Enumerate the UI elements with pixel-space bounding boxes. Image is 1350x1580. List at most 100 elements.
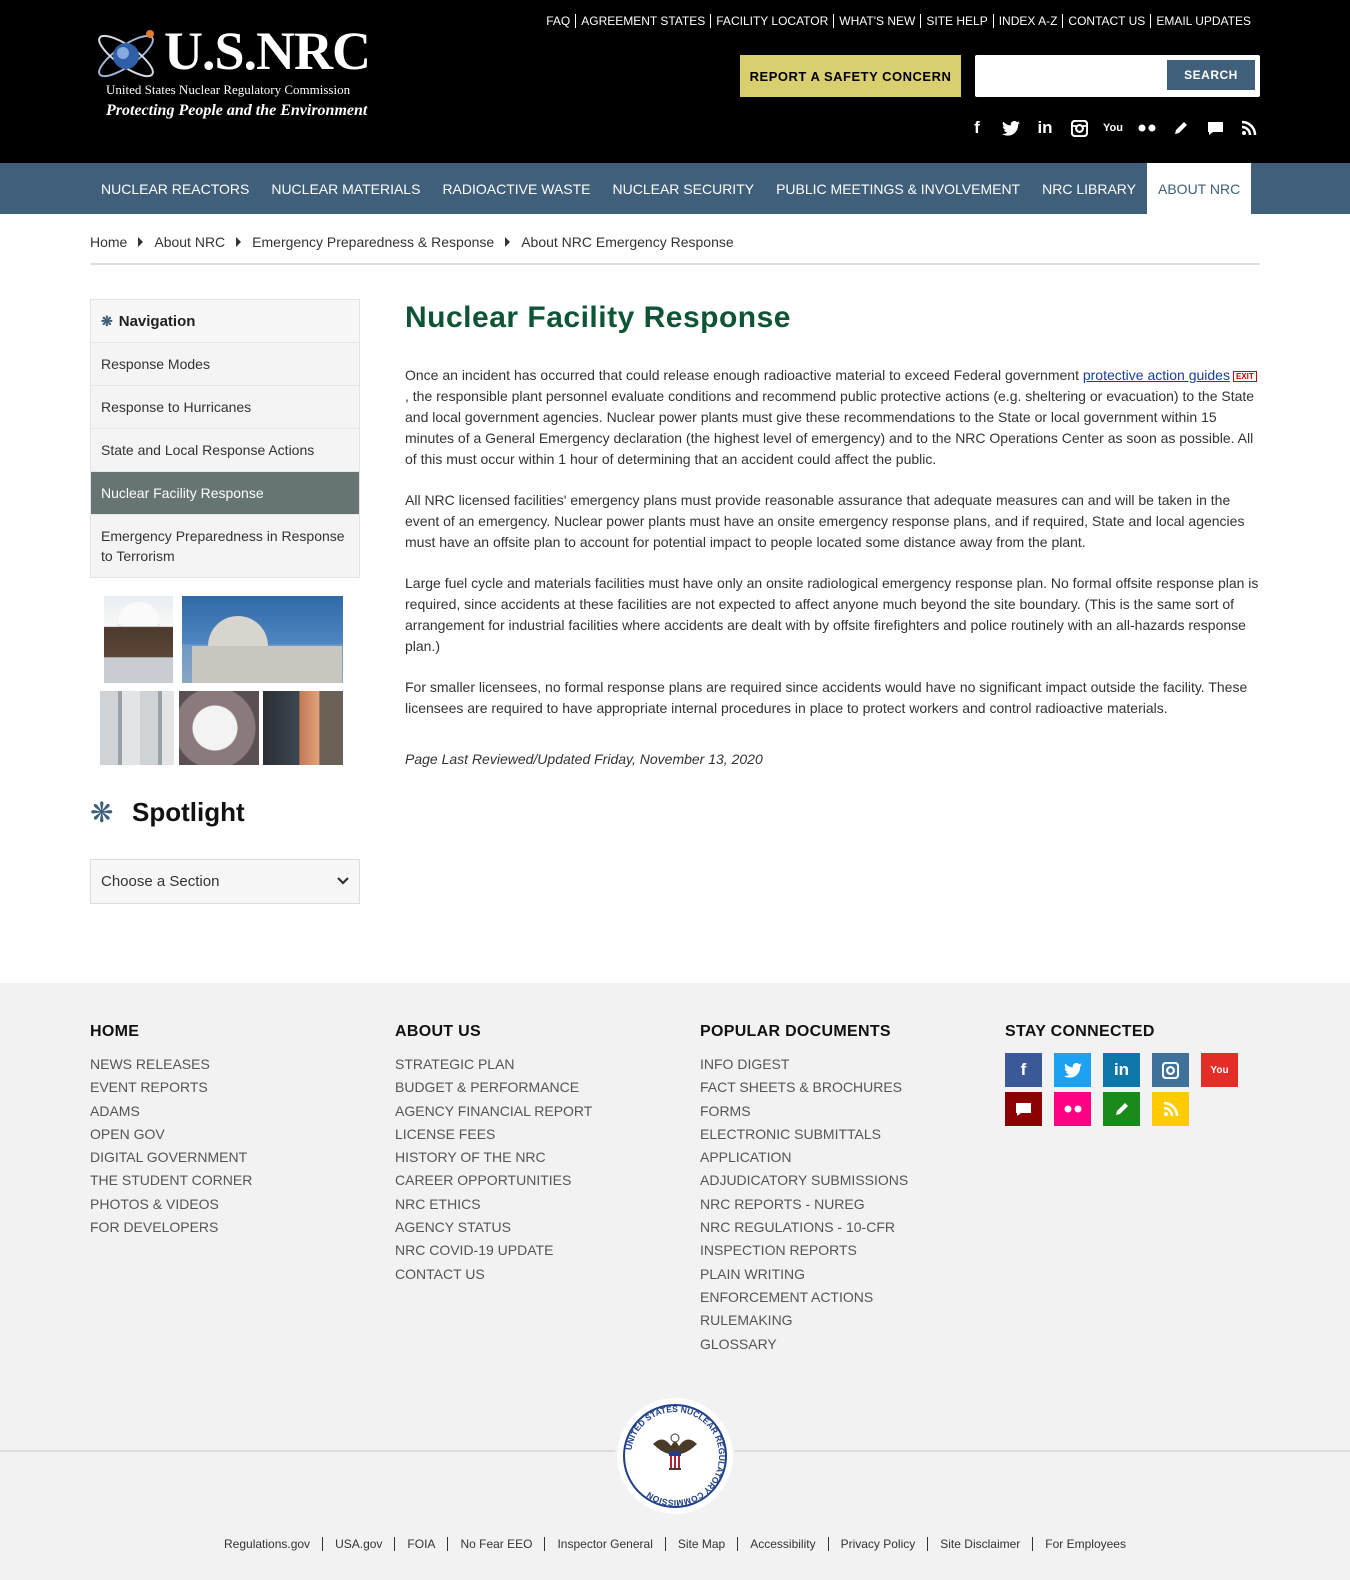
nav-about-nrc[interactable]: ABOUT NRC [1147,163,1252,214]
footer-link[interactable]: EVENT REPORTS [90,1076,252,1099]
flickr-icon[interactable] [1130,115,1164,141]
footer-heading-about[interactable]: ABOUT US [395,1023,592,1041]
breadcrumb-home[interactable]: Home [90,234,127,250]
footer-link[interactable]: ADJUDICATORY SUBMISSIONS [700,1169,930,1192]
logo-wordmark: U.S.NRC [164,21,371,81]
footer-link[interactable]: AGENCY FINANCIAL REPORT [395,1100,592,1123]
sidebar-item-response-to-hurricanes[interactable]: Response to Hurricanes [91,385,359,428]
sidebar-item-state-local-response[interactable]: State and Local Response Actions [91,428,359,471]
footer-link[interactable]: PHOTOS & VIDEOS [90,1193,252,1216]
utility-link-contact-us[interactable]: CONTACT US [1062,14,1150,28]
nav-public-meetings[interactable]: PUBLIC MEETINGS & INVOLVEMENT [765,163,1031,214]
photo-medical-scan [179,691,259,765]
nav-nuclear-materials[interactable]: NUCLEAR MATERIALS [260,163,431,214]
footer-heading-home[interactable]: HOME [90,1023,252,1041]
seal-text: UNITED STATES NUCLEAR REGULATORY COMMISS… [623,1404,727,1508]
rss-icon[interactable] [1152,1092,1189,1126]
footer-link[interactable]: PLAIN WRITING [700,1263,930,1286]
footer-link[interactable]: CAREER OPPORTUNITIES [395,1169,592,1192]
breadcrumb-arrow-icon [505,237,511,247]
utility-link-agreement-states[interactable]: AGREEMENT STATES [575,14,710,28]
utility-link-index[interactable]: INDEX A-Z [992,14,1063,28]
comment-icon[interactable] [1198,115,1232,141]
footer-link[interactable]: ENFORCEMENT ACTIONS [700,1286,930,1309]
linkedin-icon[interactable]: in [1103,1053,1140,1087]
footer-link[interactable]: NRC REGULATIONS - 10-CFR [700,1216,930,1239]
footer-link[interactable]: NRC ETHICS [395,1193,592,1216]
blog-icon[interactable] [1103,1092,1140,1126]
footer-link[interactable]: BUDGET & PERFORMANCE [395,1076,592,1099]
footer-link[interactable]: NRC REPORTS - NUREG [700,1193,930,1216]
utility-link-faq[interactable]: FAQ [541,14,575,28]
facebook-icon[interactable]: f [1005,1053,1042,1087]
breadcrumb: Home About NRC Emergency Preparedness & … [90,234,734,250]
report-safety-concern-button[interactable]: REPORT A SAFETY CONCERN [740,55,961,97]
utility-link-facility-locator[interactable]: FACILITY LOCATOR [710,14,833,28]
bottom-link-inspector-general[interactable]: Inspector General [544,1537,664,1551]
footer-link[interactable]: FACT SHEETS & BROCHURES [700,1076,930,1099]
sidebar-item-terrorism-response[interactable]: Emergency Preparedness in Response to Te… [91,514,359,577]
breadcrumb-about-nrc[interactable]: About NRC [154,234,225,250]
bottom-link-regulations[interactable]: Regulations.gov [212,1537,322,1551]
footer-link[interactable]: OPEN GOV [90,1123,252,1146]
search-input[interactable] [981,61,1161,91]
blog-icon[interactable] [1164,115,1198,141]
youtube-icon[interactable]: You [1201,1053,1238,1087]
linkedin-icon[interactable]: in [1028,115,1062,141]
breadcrumb-arrow-icon [138,237,144,247]
footer-link[interactable]: LICENSE FEES [395,1123,592,1146]
nav-nrc-library[interactable]: NRC LIBRARY [1031,163,1147,214]
utility-link-email-updates[interactable]: EMAIL UPDATES [1150,14,1256,28]
nrc-logo[interactable]: U.S.NRC United States Nuclear Regulatory… [90,18,371,126]
utility-link-whats-new[interactable]: WHAT'S NEW [833,14,920,28]
twitter-icon[interactable] [1054,1053,1091,1087]
footer-link[interactable]: ELECTRONIC SUBMITTALS APPLICATION [700,1123,930,1170]
choose-section-value: Choose a Section [101,873,220,890]
footer-link[interactable]: FOR DEVELOPERS [90,1216,252,1239]
bottom-link-for-employees[interactable]: For Employees [1032,1537,1138,1551]
facebook-icon[interactable]: f [960,115,994,141]
spotlight-heading: ❋ Spotlight [90,795,245,829]
choose-section-dropdown[interactable]: Choose a Section [90,859,360,904]
bottom-link-usagov[interactable]: USA.gov [322,1537,394,1551]
instagram-icon[interactable] [1152,1053,1189,1087]
sidebar-item-nuclear-facility-response[interactable]: Nuclear Facility Response [91,471,359,514]
protective-action-guides-link[interactable]: protective action guides [1083,367,1230,383]
breadcrumb-about-emergency-response[interactable]: About NRC Emergency Response [521,234,733,250]
bottom-link-foia[interactable]: FOIA [394,1537,447,1551]
footer-link[interactable]: STRATEGIC PLAN [395,1053,592,1076]
footer-link[interactable]: RULEMAKING [700,1309,930,1332]
footer-link[interactable]: CONTACT US [395,1263,592,1286]
bottom-link-privacy-policy[interactable]: Privacy Policy [827,1537,928,1551]
footer-link[interactable]: NRC COVID-19 UPDATE [395,1239,592,1262]
footer-link[interactable]: DIGITAL GOVERNMENT [90,1146,252,1169]
youtube-icon[interactable]: You [1096,115,1130,141]
bottom-link-accessibility[interactable]: Accessibility [737,1537,827,1551]
footer-link[interactable]: THE STUDENT CORNER [90,1169,252,1192]
footer-link[interactable]: NEWS RELEASES [90,1053,252,1076]
utility-link-site-help[interactable]: SITE HELP [920,14,992,28]
twitter-icon[interactable] [994,115,1028,141]
comment-icon[interactable] [1005,1092,1042,1126]
instagram-icon[interactable] [1062,115,1096,141]
rss-icon[interactable] [1232,115,1266,141]
bottom-link-no-fear-eeo[interactable]: No Fear EEO [447,1537,544,1551]
breadcrumb-emergency-preparedness[interactable]: Emergency Preparedness & Response [252,234,494,250]
footer-link[interactable]: AGENCY STATUS [395,1216,592,1239]
footer-link[interactable]: ADAMS [90,1100,252,1123]
nrc-seal: UNITED STATES NUCLEAR REGULATORY COMMISS… [615,1396,735,1516]
footer-link[interactable]: INFO DIGEST [700,1053,930,1076]
nav-nuclear-security[interactable]: NUCLEAR SECURITY [602,163,766,214]
bottom-link-site-disclaimer[interactable]: Site Disclaimer [927,1537,1032,1551]
search-button[interactable]: SEARCH [1167,60,1255,90]
sidebar-item-response-modes[interactable]: Response Modes [91,342,359,385]
footer-link[interactable]: FORMS [700,1100,930,1123]
footer-link[interactable]: INSPECTION REPORTS [700,1239,930,1262]
breadcrumb-divider [90,263,1260,265]
nav-radioactive-waste[interactable]: RADIOACTIVE WASTE [431,163,601,214]
footer-link[interactable]: HISTORY OF THE NRC [395,1146,592,1169]
footer-link[interactable]: GLOSSARY [700,1333,930,1356]
bottom-link-site-map[interactable]: Site Map [664,1537,737,1551]
flickr-icon[interactable] [1054,1092,1091,1126]
nav-nuclear-reactors[interactable]: NUCLEAR REACTORS [90,163,260,214]
